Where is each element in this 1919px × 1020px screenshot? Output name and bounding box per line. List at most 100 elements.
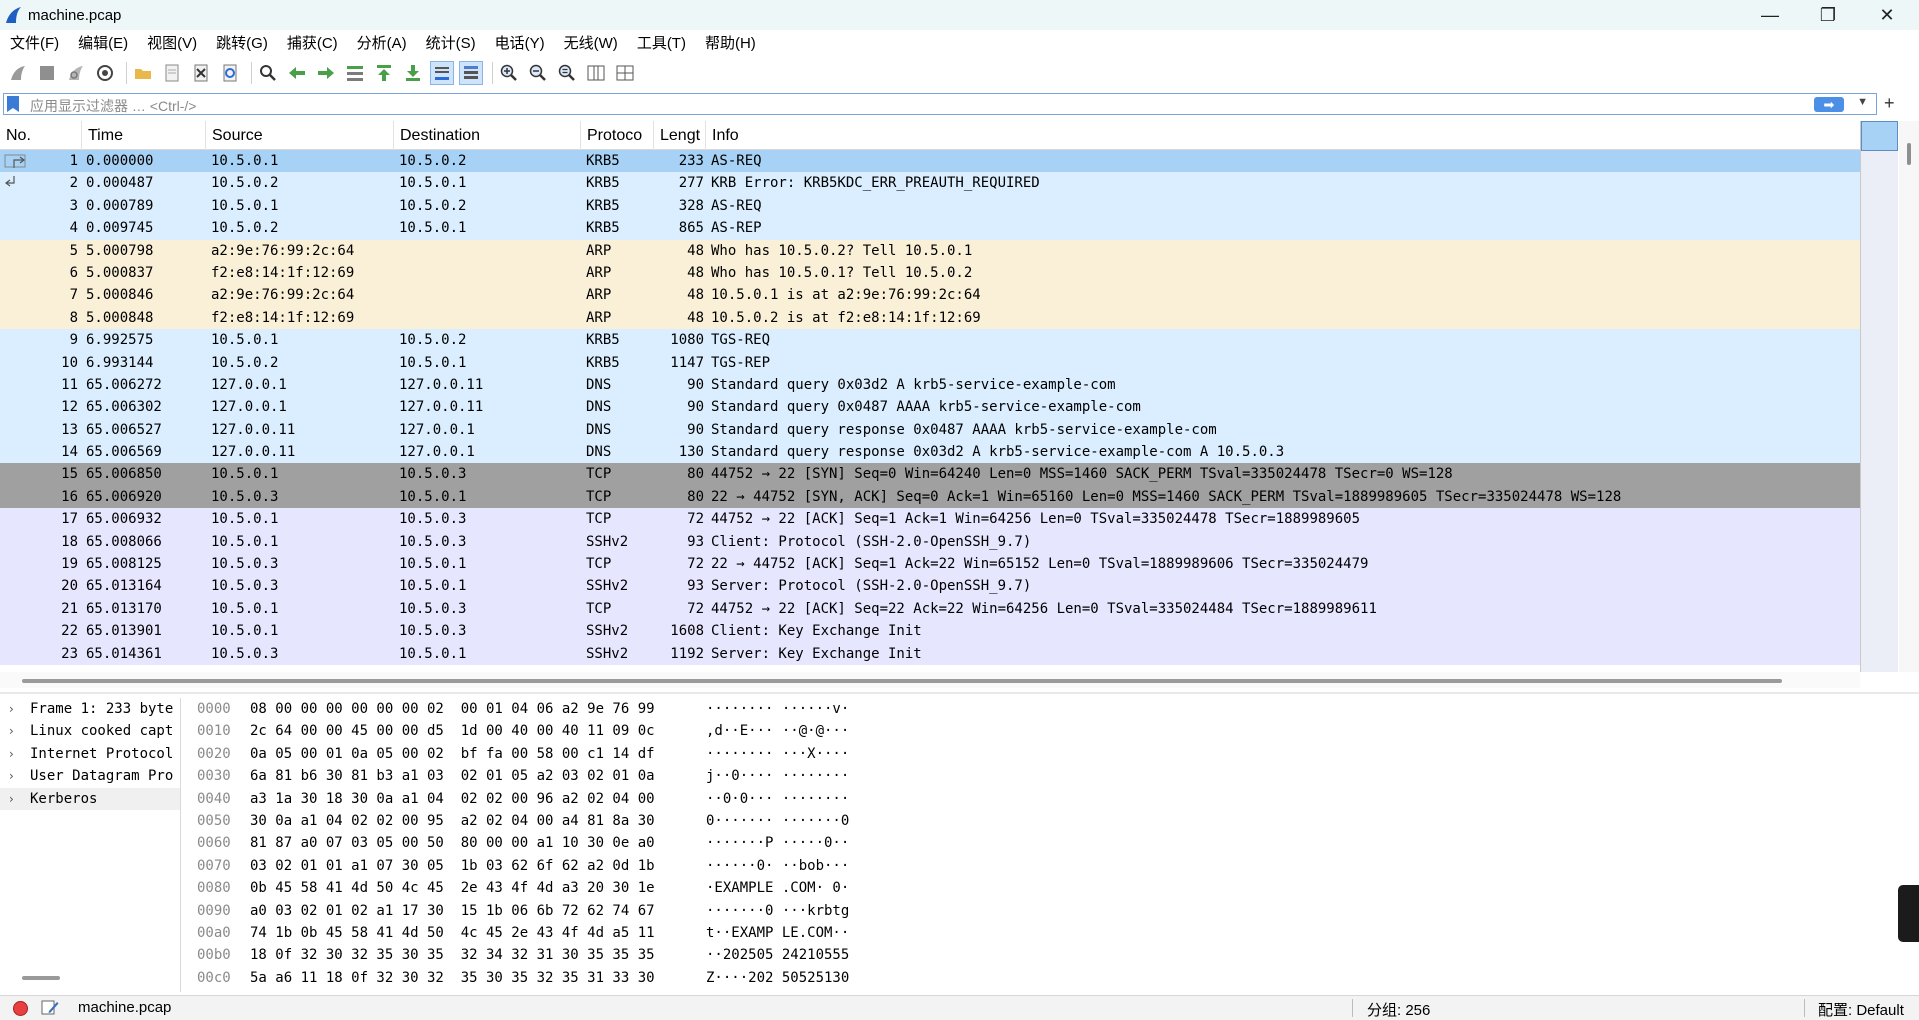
menu-analyze[interactable]: 分析(A) (347, 32, 416, 53)
packet-row[interactable]: 16 65.006920 10.5.0.3 10.5.0.1 TCP 80 22 → 447… (0, 485, 1860, 509)
go-back-icon[interactable] (285, 61, 309, 85)
packet-row[interactable]: 5 5.000798 a2:9e:76:99:2c:64 ARP 48 Who has 1… (0, 239, 1860, 262)
detail-tree-item[interactable]: › Frame 1: 233 byte (0, 698, 180, 720)
resize-columns-icon[interactable] (584, 61, 608, 85)
packet-row[interactable]: 6 5.000837 f2:e8:14:1f:12:69 ARP 48 Who has 1… (0, 261, 1860, 285)
packet-row[interactable]: 14 65.006569 127.0.0.11 127.0.0.1 DNS 130 Stan… (0, 441, 1860, 464)
maximize-button[interactable]: ❐ (1799, 0, 1857, 30)
packet-row[interactable]: 3 0.000789 10.5.0.1 10.5.0.2 KRB5 328 AS-REQ (0, 194, 1860, 218)
bytes-row[interactable]: 0080 0b 45 58 41 4d 50 4c 45 2e 43 4f 4d … (188, 877, 1919, 899)
bytes-row[interactable]: 0030 6a 81 b6 30 81 b3 a1 03 02 01 05 a2 … (188, 765, 1919, 787)
bytes-row[interactable]: 0000 08 00 00 00 00 00 00 02 00 01 04 06 … (188, 698, 1919, 720)
column-header-info[interactable]: Info (706, 121, 1860, 150)
colorize-icon[interactable] (459, 61, 483, 85)
bytes-row[interactable]: 0050 30 0a a1 04 02 02 00 95 a2 02 04 00 … (188, 810, 1919, 832)
bytes-row[interactable]: 0020 0a 05 00 01 0a 05 00 02 bf fa 00 58 … (188, 743, 1919, 765)
open-file-icon[interactable] (131, 61, 155, 85)
status-profile[interactable]: 配置: Default (1818, 999, 1904, 1020)
packet-row[interactable]: 18 65.008066 10.5.0.1 10.5.0.3 SSHv2 93 Client… (0, 530, 1860, 554)
menu-capture[interactable]: 捕获(C) (277, 32, 347, 53)
detail-tree-item[interactable]: › User Datagram Pro (0, 765, 180, 787)
column-header-no[interactable]: No. (0, 121, 82, 150)
packet-bytes-pane[interactable]: 0000 08 00 00 00 00 00 00 02 00 01 04 06 … (188, 698, 1919, 992)
chevron-right-icon[interactable]: › (9, 765, 14, 787)
details-horizontal-scrollbar[interactable] (22, 976, 60, 980)
bytes-row[interactable]: 00b0 18 0f 32 30 32 35 30 35 32 34 32 31 … (188, 944, 1919, 966)
zoom-normal-icon[interactable] (555, 61, 579, 85)
capture-options-icon[interactable] (93, 61, 117, 85)
detail-tree-item[interactable]: › Kerberos (0, 787, 180, 810)
packet-row[interactable]: 22 65.013901 10.5.0.1 10.5.0.3 SSHv2 1608 Clie… (0, 620, 1860, 643)
menu-view[interactable]: 视图(V) (137, 32, 206, 53)
go-forward-icon[interactable] (314, 61, 338, 85)
packet-row[interactable]: 8 5.000848 f2:e8:14:1f:12:69 ARP 48 10.5.0.2 … (0, 306, 1860, 330)
menu-tools[interactable]: 工具(T) (627, 32, 695, 53)
bytes-row[interactable]: 0040 a3 1a 30 18 30 0a a1 04 02 02 00 96 … (188, 788, 1919, 810)
bytes-row[interactable]: 0010 2c 64 00 00 45 00 00 d5 1d 00 40 00 … (188, 720, 1919, 742)
packet-row[interactable]: 9 6.992575 10.5.0.1 10.5.0.2 KRB5 1080 TGS-REQ (0, 329, 1860, 352)
packet-row[interactable]: 20 65.013164 10.5.0.3 10.5.0.1 SSHv2 93 Server… (0, 575, 1860, 598)
menu-wireless[interactable]: 无线(W) (554, 32, 627, 53)
menu-help[interactable]: 帮助(H) (695, 32, 765, 53)
close-file-icon[interactable] (189, 61, 213, 85)
menu-file[interactable]: 文件(F) (0, 32, 68, 53)
close-button[interactable]: ✕ (1858, 0, 1916, 30)
packet-row[interactable]: 4 0.009745 10.5.0.2 10.5.0.1 KRB5 865 AS-REP (0, 217, 1860, 240)
start-capture-icon[interactable] (6, 61, 30, 85)
packet-row[interactable]: 1 0.000000 10.5.0.1 10.5.0.2 KRB5 233 AS-REQ (0, 150, 1860, 174)
pane-splitter[interactable] (0, 692, 1919, 694)
column-header-time[interactable]: Time (82, 121, 206, 150)
column-header-source[interactable]: Source (206, 121, 394, 150)
add-filter-button[interactable]: + (1884, 93, 1895, 114)
bytes-row[interactable]: 0070 03 02 01 01 a1 07 30 05 1b 03 62 6f … (188, 855, 1919, 877)
reload-file-icon[interactable] (218, 61, 242, 85)
column-header-protocol[interactable]: Protoco (581, 121, 654, 150)
zoom-in-icon[interactable] (497, 61, 521, 85)
filter-history-dropdown[interactable]: ▼ (1857, 96, 1868, 108)
column-header-length[interactable]: Lengt (654, 121, 706, 150)
packet-details-pane[interactable]: › Frame 1: 233 byte › Linux cooked capt › Int… (0, 698, 181, 992)
chevron-right-icon[interactable]: › (9, 743, 14, 765)
apply-filter-button[interactable]: ➡ (1814, 97, 1844, 112)
find-packet-icon[interactable] (256, 61, 280, 85)
bytes-row[interactable]: 00d0 35 35 35 5a a7 06 02 04 52 cd d8 11 … (188, 989, 1919, 992)
packet-row[interactable]: 15 65.006850 10.5.0.1 10.5.0.3 TCP 80 44752 → … (0, 463, 1860, 486)
detail-tree-item[interactable]: › Internet Protocol (0, 743, 180, 765)
minimize-button[interactable]: — (1741, 0, 1799, 30)
menu-go[interactable]: 跳转(G) (206, 32, 277, 53)
chevron-right-icon[interactable]: › (9, 698, 14, 720)
packet-row[interactable]: 17 65.006932 10.5.0.1 10.5.0.3 TCP 72 44752 → … (0, 508, 1860, 531)
side-panel-handle[interactable] (1898, 885, 1919, 942)
bookmark-icon[interactable] (7, 96, 19, 112)
display-filter-input[interactable]: 应用显示过滤器 … <Ctrl-/> ➡ ▼ (3, 93, 1877, 115)
scrollbar-thumb[interactable] (1907, 143, 1911, 165)
packet-list[interactable]: 1 0.000000 10.5.0.1 10.5.0.2 KRB5 233 AS-REQ 2 0… (0, 150, 1860, 672)
column-header-destination[interactable]: Destination (394, 121, 581, 150)
packet-row[interactable]: 2 0.000487 10.5.0.2 10.5.0.1 KRB5 277 KRB Erro… (0, 172, 1860, 195)
packet-row[interactable]: 10 6.993144 10.5.0.2 10.5.0.1 KRB5 1147 TGS-RE… (0, 351, 1860, 374)
go-last-icon[interactable] (401, 61, 425, 85)
packet-row[interactable]: 19 65.008125 10.5.0.3 10.5.0.1 TCP 72 22 → 447… (0, 553, 1860, 576)
bytes-row[interactable]: 0060 81 87 a0 07 03 05 00 50 80 00 00 a1 … (188, 832, 1919, 854)
menu-statistics[interactable]: 统计(S) (416, 32, 485, 53)
packet-row[interactable]: 23 65.014361 10.5.0.3 10.5.0.1 SSHv2 1192 Serv… (0, 642, 1860, 665)
menu-telephony[interactable]: 电话(Y) (485, 32, 554, 53)
go-first-icon[interactable] (372, 61, 396, 85)
chevron-right-icon[interactable]: › (9, 788, 14, 810)
packet-row[interactable]: 12 65.006302 127.0.0.1 127.0.0.11 DNS 90 Stand… (0, 396, 1860, 419)
packet-minimap[interactable] (1860, 121, 1898, 672)
packet-row[interactable]: 13 65.006527 127.0.0.11 127.0.0.1 DNS 90 Stand… (0, 418, 1860, 442)
detail-tree-item[interactable]: › Linux cooked capt (0, 720, 180, 742)
bytes-row[interactable]: 00a0 74 1b 0b 45 58 41 4d 50 4c 45 2e 43 … (188, 922, 1919, 944)
layout-icon[interactable] (613, 61, 637, 85)
bytes-row[interactable]: 0090 a0 03 02 01 02 a1 17 30 15 1b 06 6b … (188, 900, 1919, 922)
chevron-right-icon[interactable]: › (9, 720, 14, 742)
packet-row[interactable]: 11 65.006272 127.0.0.1 127.0.0.11 DNS 90 Stand… (0, 373, 1860, 397)
packet-row[interactable]: 7 5.000846 a2:9e:76:99:2c:64 ARP 48 10.5.0.1 … (0, 284, 1860, 307)
menu-edit[interactable]: 编辑(E) (68, 32, 137, 53)
bytes-row[interactable]: 00c0 5a a6 11 18 0f 32 30 32 35 30 35 32 … (188, 967, 1919, 989)
packet-row[interactable]: 21 65.013170 10.5.0.1 10.5.0.3 TCP 72 44752 → … (0, 597, 1860, 621)
zoom-out-icon[interactable] (526, 61, 550, 85)
expert-info-icon[interactable] (13, 1001, 28, 1016)
go-to-packet-icon[interactable] (343, 61, 367, 85)
